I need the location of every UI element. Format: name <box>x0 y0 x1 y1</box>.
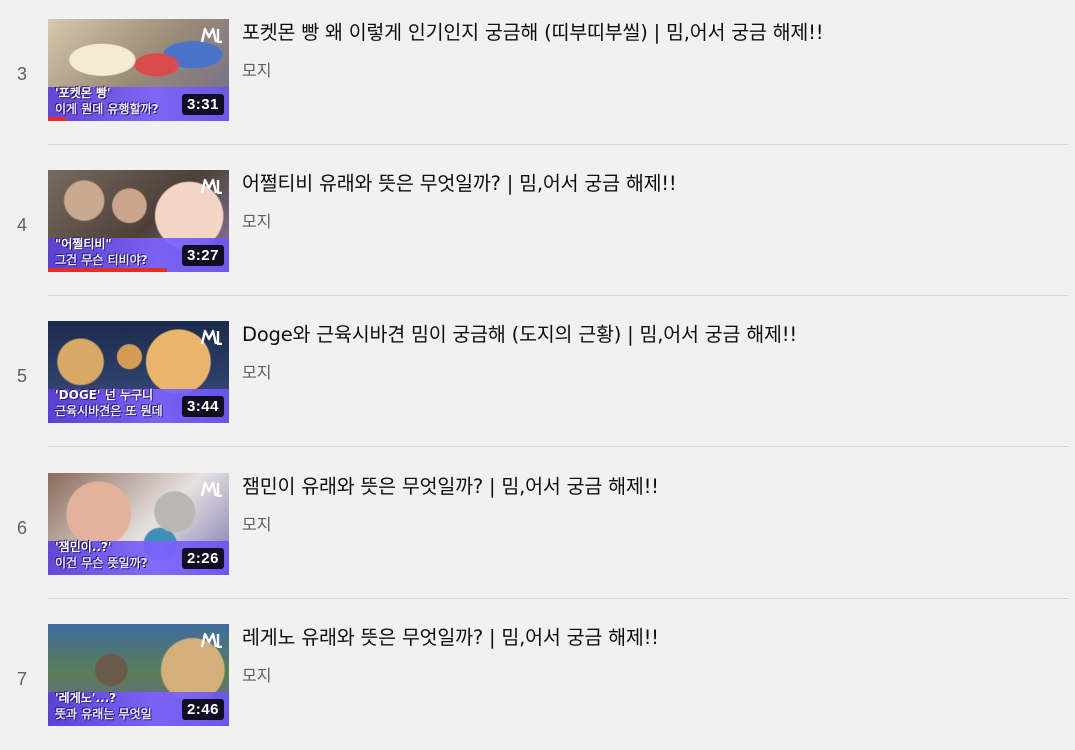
video-title[interactable]: 어쩔티비 유래와 뜻은 무엇일까? | 밈,어서 궁금 해제!! <box>242 167 677 196</box>
playlist-item[interactable]: 6 '잼민이..?' 이건 무슨 뜻일까? 2:26 잼민이 유래와 뜻은 무엇… <box>0 448 1075 599</box>
ml-logo-icon <box>201 27 223 43</box>
thumbnail-caption-bottom: 그건 무슨 티비야? <box>55 253 148 267</box>
channel-name[interactable]: 모지 <box>242 208 271 232</box>
video-duration: 2:26 <box>181 548 224 569</box>
ml-logo-icon <box>201 329 223 345</box>
video-thumbnail[interactable]: "어쩔티비" 그건 무슨 티비야? 3:27 <box>48 170 229 272</box>
watch-progress-bar <box>48 268 168 272</box>
video-title[interactable]: Doge와 근육시바견 밈이 궁금해 (도지의 근황) | 밈,어서 궁금 해제… <box>242 318 797 347</box>
video-thumbnail[interactable]: '레게노'...? 뜻과 유래는 무엇일 2:46 <box>48 624 229 726</box>
item-index: 3 <box>16 64 27 84</box>
video-thumbnail[interactable]: 'DOGE' 넌 누구니 근육시바견은 또 뭔데 3:44 <box>48 321 229 423</box>
thumbnail-caption-bottom: 뜻과 유래는 무엇일 <box>55 707 152 721</box>
item-index: 5 <box>16 366 27 386</box>
video-title[interactable]: 포켓몬 빵 왜 이렇게 인기인지 궁금해 (띠부띠부씰) | 밈,어서 궁금 해… <box>242 16 824 45</box>
channel-name[interactable]: 모지 <box>242 359 271 383</box>
playlist-item[interactable]: 5 'DOGE' 넌 누구니 근육시바견은 또 뭔데 3:44 Doge와 근육… <box>0 296 1075 447</box>
thumbnail-caption-top: '포켓몬 빵' <box>55 86 111 100</box>
video-thumbnail[interactable]: '포켓몬 빵' 이게 뭔데 유행할까? 3:31 <box>48 19 229 121</box>
video-duration: 3:27 <box>181 245 224 266</box>
channel-name[interactable]: 모지 <box>242 57 271 81</box>
item-index: 4 <box>16 215 27 235</box>
ml-logo-icon <box>201 178 223 194</box>
playlist-item[interactable]: 3 '포켓몬 빵' 이게 뭔데 유행할까? 3:31 포켓몬 빵 왜 이렇게 인… <box>0 0 1075 145</box>
video-duration: 3:44 <box>181 396 224 417</box>
thumbnail-caption-bottom: 근육시바견은 또 뭔데 <box>55 404 163 418</box>
ml-logo-icon <box>201 632 223 648</box>
video-duration: 2:46 <box>181 699 224 720</box>
thumbnail-caption-top: '잼민이..?' <box>55 540 112 554</box>
thumbnail-caption-bottom: 이건 무슨 뜻일까? <box>55 556 148 570</box>
thumbnail-caption-top: "어쩔티비" <box>55 237 112 251</box>
thumbnail-caption-bottom: 이게 뭔데 유행할까? <box>55 102 159 116</box>
video-thumbnail[interactable]: '잼민이..?' 이건 무슨 뜻일까? 2:26 <box>48 473 229 575</box>
ml-logo-icon <box>201 481 223 497</box>
thumbnail-caption-top: 'DOGE' 넌 누구니 <box>55 388 154 402</box>
channel-name[interactable]: 모지 <box>242 511 271 535</box>
video-title[interactable]: 잼민이 유래와 뜻은 무엇일까? | 밈,어서 궁금 해제!! <box>242 470 659 499</box>
divider <box>48 446 1069 447</box>
video-title[interactable]: 레게노 유래와 뜻은 무엇일까? | 밈,어서 궁금 해제!! <box>242 621 659 650</box>
playlist-item[interactable]: 4 "어쩔티비" 그건 무슨 티비야? 3:27 어쩔티비 유래와 뜻은 무엇일… <box>0 145 1075 296</box>
channel-name[interactable]: 모지 <box>242 662 271 686</box>
item-index: 6 <box>16 518 27 538</box>
watch-progress-bar <box>48 117 67 121</box>
item-index: 7 <box>16 669 27 689</box>
thumbnail-caption-top: '레게노'...? <box>55 691 117 705</box>
video-duration: 3:31 <box>181 94 224 115</box>
playlist-item[interactable]: 7 '레게노'...? 뜻과 유래는 무엇일 2:46 레게노 유래와 뜻은 무… <box>0 599 1075 750</box>
